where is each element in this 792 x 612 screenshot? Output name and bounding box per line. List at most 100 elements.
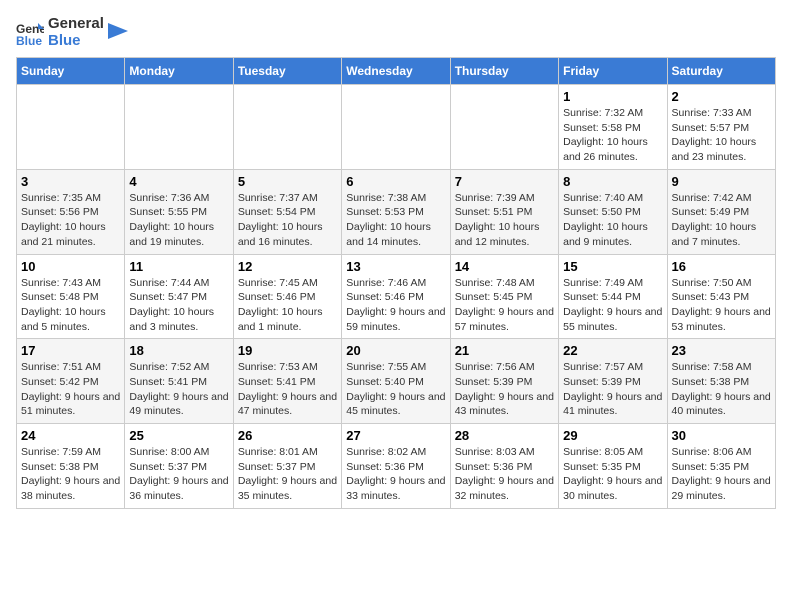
day-number: 29 [563, 428, 662, 443]
calendar-cell: 26 Sunrise: 8:01 AM Sunset: 5:37 PM Dayli… [233, 424, 341, 509]
calendar-header-row: SundayMondayTuesdayWednesdayThursdayFrid… [17, 58, 776, 85]
day-info: Sunrise: 7:55 AM Sunset: 5:40 PM Dayligh… [346, 360, 445, 419]
day-number: 25 [129, 428, 228, 443]
calendar-week-row: 24 Sunrise: 7:59 AM Sunset: 5:38 PM Dayli… [17, 424, 776, 509]
day-number: 2 [672, 89, 771, 104]
day-info: Sunrise: 7:51 AM Sunset: 5:42 PM Dayligh… [21, 360, 120, 419]
day-number: 11 [129, 259, 228, 274]
day-info: Sunrise: 8:06 AM Sunset: 5:35 PM Dayligh… [672, 445, 771, 504]
day-info: Sunrise: 7:49 AM Sunset: 5:44 PM Dayligh… [563, 276, 662, 335]
day-info: Sunrise: 7:35 AM Sunset: 5:56 PM Dayligh… [21, 191, 120, 250]
day-number: 6 [346, 174, 445, 189]
logo-arrow-icon [108, 23, 128, 43]
calendar-cell: 12 Sunrise: 7:45 AM Sunset: 5:46 PM Dayli… [233, 254, 341, 339]
day-info: Sunrise: 7:44 AM Sunset: 5:47 PM Dayligh… [129, 276, 228, 335]
day-number: 13 [346, 259, 445, 274]
day-number: 5 [238, 174, 337, 189]
day-info: Sunrise: 7:48 AM Sunset: 5:45 PM Dayligh… [455, 276, 554, 335]
day-number: 20 [346, 343, 445, 358]
weekday-header: Tuesday [233, 58, 341, 85]
calendar-cell: 2 Sunrise: 7:33 AM Sunset: 5:57 PM Daylig… [667, 85, 775, 170]
weekday-header: Monday [125, 58, 233, 85]
calendar-cell: 25 Sunrise: 8:00 AM Sunset: 5:37 PM Dayli… [125, 424, 233, 509]
day-info: Sunrise: 7:59 AM Sunset: 5:38 PM Dayligh… [21, 445, 120, 504]
day-number: 15 [563, 259, 662, 274]
day-number: 9 [672, 174, 771, 189]
day-info: Sunrise: 7:36 AM Sunset: 5:55 PM Dayligh… [129, 191, 228, 250]
day-number: 16 [672, 259, 771, 274]
day-number: 18 [129, 343, 228, 358]
logo-general: General [48, 16, 104, 33]
calendar-cell: 4 Sunrise: 7:36 AM Sunset: 5:55 PM Daylig… [125, 169, 233, 254]
calendar-cell: 27Sunrise: 8:02 AM Sunset: 5:36 PM Dayli… [342, 424, 450, 509]
day-info: Sunrise: 7:38 AM Sunset: 5:53 PM Dayligh… [346, 191, 445, 250]
day-number: 26 [238, 428, 337, 443]
day-info: Sunrise: 7:37 AM Sunset: 5:54 PM Dayligh… [238, 191, 337, 250]
day-info: Sunrise: 7:57 AM Sunset: 5:39 PM Dayligh… [563, 360, 662, 419]
day-info: Sunrise: 8:02 AM Sunset: 5:36 PM Dayligh… [346, 445, 445, 504]
day-number: 7 [455, 174, 554, 189]
day-number: 19 [238, 343, 337, 358]
day-info: Sunrise: 7:42 AM Sunset: 5:49 PM Dayligh… [672, 191, 771, 250]
calendar-body: 1 Sunrise: 7:32 AM Sunset: 5:58 PM Daylig… [17, 85, 776, 509]
calendar-cell: 17 Sunrise: 7:51 AM Sunset: 5:42 PM Dayli… [17, 339, 125, 424]
day-number: 24 [21, 428, 120, 443]
calendar-cell: 14Sunrise: 7:48 AM Sunset: 5:45 PM Dayli… [450, 254, 558, 339]
calendar-cell: 1 Sunrise: 7:32 AM Sunset: 5:58 PM Daylig… [559, 85, 667, 170]
calendar-cell [17, 85, 125, 170]
calendar-cell [233, 85, 341, 170]
calendar-cell: 9 Sunrise: 7:42 AM Sunset: 5:49 PM Daylig… [667, 169, 775, 254]
calendar-cell: 18Sunrise: 7:52 AM Sunset: 5:41 PM Dayli… [125, 339, 233, 424]
calendar-table: SundayMondayTuesdayWednesdayThursdayFrid… [16, 57, 776, 509]
day-info: Sunrise: 7:56 AM Sunset: 5:39 PM Dayligh… [455, 360, 554, 419]
day-number: 4 [129, 174, 228, 189]
day-number: 8 [563, 174, 662, 189]
day-info: Sunrise: 7:53 AM Sunset: 5:41 PM Dayligh… [238, 360, 337, 419]
calendar-cell: 21Sunrise: 7:56 AM Sunset: 5:39 PM Dayli… [450, 339, 558, 424]
calendar-cell [450, 85, 558, 170]
logo-icon: General Blue [16, 19, 44, 47]
calendar-cell: 15 Sunrise: 7:49 AM Sunset: 5:44 PM Dayli… [559, 254, 667, 339]
day-number: 23 [672, 343, 771, 358]
calendar-cell: 19 Sunrise: 7:53 AM Sunset: 5:41 PM Dayli… [233, 339, 341, 424]
weekday-header: Saturday [667, 58, 775, 85]
calendar-week-row: 10Sunrise: 7:43 AM Sunset: 5:48 PM Dayli… [17, 254, 776, 339]
calendar-cell: 24 Sunrise: 7:59 AM Sunset: 5:38 PM Dayli… [17, 424, 125, 509]
weekday-header: Friday [559, 58, 667, 85]
calendar-cell: 8 Sunrise: 7:40 AM Sunset: 5:50 PM Daylig… [559, 169, 667, 254]
svg-text:Blue: Blue [16, 34, 42, 47]
day-number: 12 [238, 259, 337, 274]
day-number: 22 [563, 343, 662, 358]
calendar-cell: 13Sunrise: 7:46 AM Sunset: 5:46 PM Dayli… [342, 254, 450, 339]
day-info: Sunrise: 7:50 AM Sunset: 5:43 PM Dayligh… [672, 276, 771, 335]
day-info: Sunrise: 7:45 AM Sunset: 5:46 PM Dayligh… [238, 276, 337, 335]
calendar-week-row: 3 Sunrise: 7:35 AM Sunset: 5:56 PM Daylig… [17, 169, 776, 254]
calendar-cell: 16 Sunrise: 7:50 AM Sunset: 5:43 PM Dayli… [667, 254, 775, 339]
calendar-cell: 30Sunrise: 8:06 AM Sunset: 5:35 PM Dayli… [667, 424, 775, 509]
logo: General Blue General Blue [16, 16, 128, 49]
calendar-cell: 6 Sunrise: 7:38 AM Sunset: 5:53 PM Daylig… [342, 169, 450, 254]
calendar-cell: 22 Sunrise: 7:57 AM Sunset: 5:39 PM Dayli… [559, 339, 667, 424]
day-info: Sunrise: 7:58 AM Sunset: 5:38 PM Dayligh… [672, 360, 771, 419]
calendar-cell [342, 85, 450, 170]
calendar-cell: 20 Sunrise: 7:55 AM Sunset: 5:40 PM Dayli… [342, 339, 450, 424]
calendar-cell: 28 Sunrise: 8:03 AM Sunset: 5:36 PM Dayli… [450, 424, 558, 509]
day-number: 3 [21, 174, 120, 189]
calendar-cell: 23 Sunrise: 7:58 AM Sunset: 5:38 PM Dayli… [667, 339, 775, 424]
day-info: Sunrise: 7:39 AM Sunset: 5:51 PM Dayligh… [455, 191, 554, 250]
weekday-header: Sunday [17, 58, 125, 85]
day-number: 17 [21, 343, 120, 358]
day-info: Sunrise: 7:32 AM Sunset: 5:58 PM Dayligh… [563, 106, 662, 165]
day-info: Sunrise: 8:05 AM Sunset: 5:35 PM Dayligh… [563, 445, 662, 504]
day-info: Sunrise: 7:40 AM Sunset: 5:50 PM Dayligh… [563, 191, 662, 250]
day-number: 28 [455, 428, 554, 443]
day-info: Sunrise: 8:01 AM Sunset: 5:37 PM Dayligh… [238, 445, 337, 504]
day-info: Sunrise: 8:00 AM Sunset: 5:37 PM Dayligh… [129, 445, 228, 504]
day-info: Sunrise: 8:03 AM Sunset: 5:36 PM Dayligh… [455, 445, 554, 504]
day-info: Sunrise: 7:43 AM Sunset: 5:48 PM Dayligh… [21, 276, 120, 335]
weekday-header: Wednesday [342, 58, 450, 85]
calendar-week-row: 1 Sunrise: 7:32 AM Sunset: 5:58 PM Daylig… [17, 85, 776, 170]
day-number: 1 [563, 89, 662, 104]
day-info: Sunrise: 7:33 AM Sunset: 5:57 PM Dayligh… [672, 106, 771, 165]
calendar-cell: 11 Sunrise: 7:44 AM Sunset: 5:47 PM Dayli… [125, 254, 233, 339]
